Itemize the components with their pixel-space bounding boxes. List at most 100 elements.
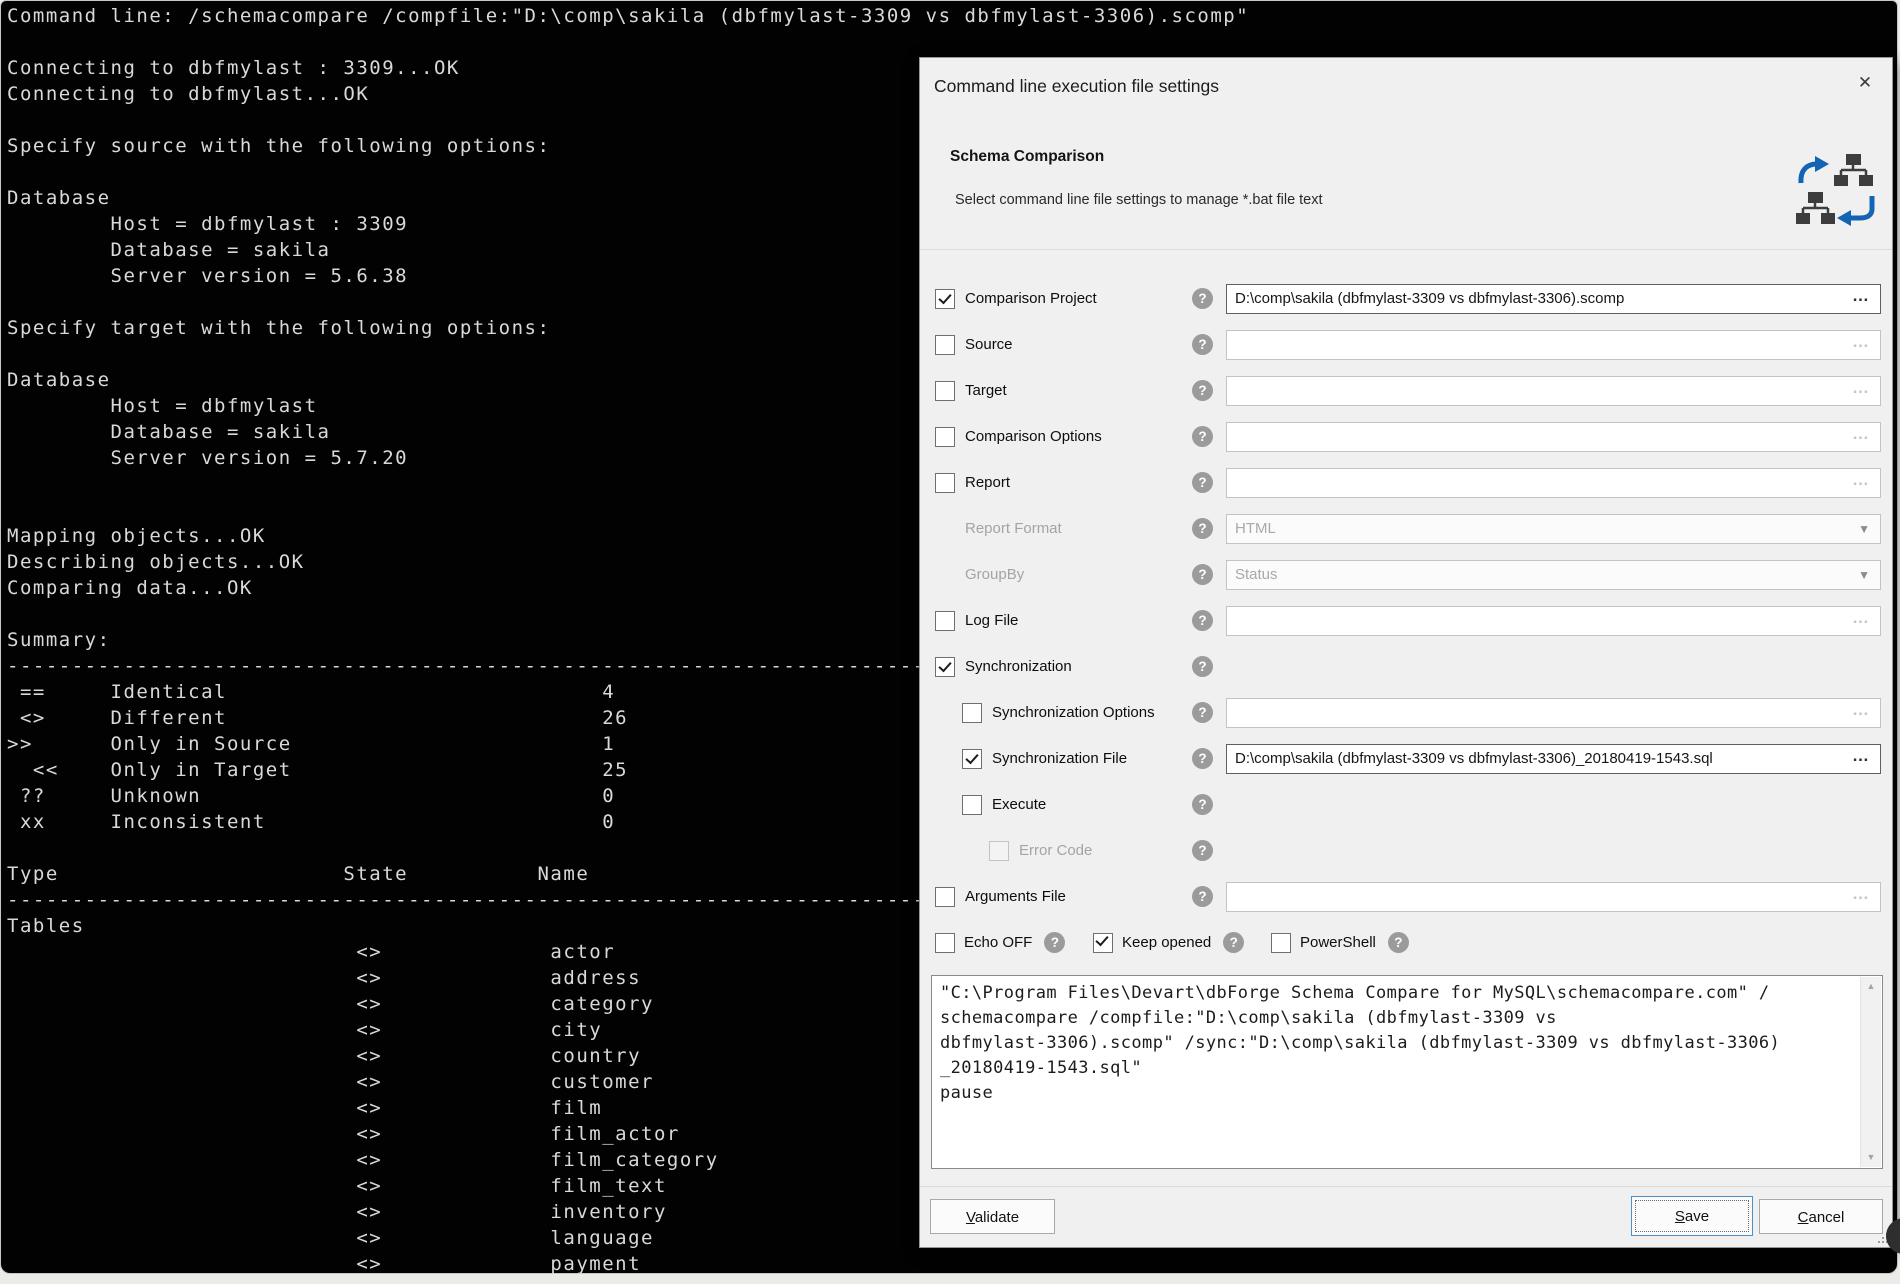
option-row-report-format: Report Format? HTML ▼ (920, 506, 1892, 552)
execute-checkbox[interactable] (962, 795, 982, 815)
target-checkbox[interactable] (935, 381, 955, 401)
report-format-label: Report Format (965, 506, 1062, 552)
arguments-file-label: Arguments File (965, 874, 1066, 920)
source-label: Source (965, 322, 1013, 368)
groupby-dropdown: Status ▼ (1226, 560, 1881, 590)
toggle-row: Echo OFF?Keep opened?PowerShell? (920, 932, 1892, 956)
option-row-groupby: GroupBy? Status ▼ (920, 552, 1892, 598)
help-icon[interactable]: ? (1192, 288, 1213, 309)
help-icon[interactable]: ? (1192, 334, 1213, 355)
help-icon[interactable]: ? (1192, 518, 1213, 539)
help-icon[interactable]: ? (1192, 656, 1213, 677)
option-row-source: Source? … (920, 322, 1892, 368)
help-icon[interactable]: ? (1192, 748, 1213, 769)
help-icon[interactable]: ? (1192, 380, 1213, 401)
validate-button[interactable]: Validate (930, 1199, 1055, 1234)
echo-off-checkbox[interactable] (935, 933, 955, 953)
browse-ellipsis-icon[interactable]: … (1852, 466, 1870, 494)
report-input[interactable]: … (1226, 468, 1881, 498)
option-row-execute: Execute? (920, 782, 1892, 828)
groupby-label: GroupBy (965, 552, 1024, 598)
log-file-checkbox[interactable] (935, 611, 955, 631)
header-separator (920, 249, 1892, 250)
browse-ellipsis-icon[interactable]: … (1852, 696, 1870, 724)
section-subtitle: Select command line file settings to man… (955, 192, 1323, 208)
close-icon[interactable]: ✕ (1852, 70, 1878, 96)
browse-ellipsis-icon[interactable]: … (1852, 880, 1870, 908)
browse-ellipsis-icon[interactable]: … (1852, 374, 1870, 402)
dropdown-arrow-icon: ▼ (1858, 515, 1870, 543)
cancel-button[interactable]: Cancel (1759, 1199, 1883, 1234)
help-icon[interactable]: ? (1192, 564, 1213, 585)
toggle-powershell: PowerShell? (1271, 932, 1409, 953)
option-row-synchronization-options: Synchronization Options? … (920, 690, 1892, 736)
bat-file-textarea[interactable]: "C:\Program Files\Devart\dbForge Schema … (931, 975, 1883, 1169)
option-row-synchronization: Synchronization? (920, 644, 1892, 690)
comparison-project-input[interactable]: D:\comp\sakila (dbfmylast-3309 vs dbfmyl… (1226, 284, 1881, 314)
keep-opened-checkbox[interactable] (1093, 933, 1113, 953)
report-format-dropdown: HTML ▼ (1226, 514, 1881, 544)
log-file-label: Log File (965, 598, 1018, 644)
keep-opened-label: Keep opened (1122, 934, 1211, 951)
arguments-file-input[interactable]: … (1226, 882, 1881, 912)
help-icon[interactable]: ? (1192, 702, 1213, 723)
synchronization-label: Synchronization (965, 644, 1072, 690)
arguments-file-checkbox[interactable] (935, 887, 955, 907)
powershell-checkbox[interactable] (1271, 933, 1291, 953)
help-icon[interactable]: ? (1192, 886, 1213, 907)
source-checkbox[interactable] (935, 335, 955, 355)
source-input[interactable]: … (1226, 330, 1881, 360)
report-checkbox[interactable] (935, 473, 955, 493)
groupby-value: Status (1235, 561, 1278, 589)
browse-ellipsis-icon[interactable]: … (1852, 742, 1870, 770)
command-line-settings-dialog: Command line execution file settings ✕ S… (919, 57, 1893, 1248)
error-code-checkbox (989, 841, 1009, 861)
help-icon[interactable]: ? (1192, 794, 1213, 815)
synchronization-file-input[interactable]: D:\comp\sakila (dbfmylast-3309 vs dbfmyl… (1226, 744, 1881, 774)
toggle-echo-off: Echo OFF? (935, 932, 1065, 953)
scroll-down-icon[interactable]: ▼ (1861, 1148, 1881, 1167)
comparison-options-input[interactable]: … (1226, 422, 1881, 452)
bat-file-text: "C:\Program Files\Devart\dbForge Schema … (940, 981, 1780, 1106)
help-icon[interactable]: ? (1192, 840, 1213, 861)
synchronization-file-value: D:\comp\sakila (dbfmylast-3309 vs dbfmyl… (1235, 745, 1713, 773)
help-icon[interactable]: ? (1044, 932, 1065, 953)
report-format-value: HTML (1235, 515, 1276, 543)
browse-ellipsis-icon[interactable]: … (1852, 604, 1870, 632)
option-row-arguments-file: Arguments File? … (920, 874, 1892, 920)
help-icon[interactable]: ? (1192, 426, 1213, 447)
comparison-project-value: D:\comp\sakila (dbfmylast-3309 vs dbfmyl… (1235, 285, 1624, 313)
browse-ellipsis-icon[interactable]: … (1852, 420, 1870, 448)
browse-ellipsis-icon[interactable]: … (1852, 328, 1870, 356)
powershell-label: PowerShell (1300, 934, 1376, 951)
browse-ellipsis-icon[interactable]: … (1852, 282, 1870, 310)
target-label: Target (965, 368, 1007, 414)
echo-off-label: Echo OFF (964, 934, 1032, 951)
option-row-target: Target? … (920, 368, 1892, 414)
scroll-up-icon[interactable]: ▲ (1861, 977, 1881, 996)
option-row-error-code: Error Code? (920, 828, 1892, 874)
synchronization-options-input[interactable]: … (1226, 698, 1881, 728)
dropdown-arrow-icon: ▼ (1858, 561, 1870, 589)
help-icon[interactable]: ? (1223, 932, 1244, 953)
option-row-comparison-project: Comparison Project?D:\comp\sakila (dbfmy… (920, 276, 1892, 322)
report-label: Report (965, 460, 1010, 506)
save-button[interactable]: Save (1631, 1196, 1753, 1236)
synchronization-checkbox[interactable] (935, 657, 955, 677)
log-file-input[interactable]: … (1226, 606, 1881, 636)
help-icon[interactable]: ? (1192, 610, 1213, 631)
synchronization-file-checkbox[interactable] (962, 749, 982, 769)
comparison-project-checkbox[interactable] (935, 289, 955, 309)
option-row-comparison-options: Comparison Options?… (920, 414, 1892, 460)
option-row-report: Report? … (920, 460, 1892, 506)
synchronization-options-checkbox[interactable] (962, 703, 982, 723)
comparison-options-checkbox[interactable] (935, 427, 955, 447)
textarea-scrollbar[interactable]: ▲ ▼ (1860, 977, 1881, 1167)
synchronization-options-label: Synchronization Options (992, 690, 1155, 736)
option-row-synchronization-file: Synchronization File?D:\comp\sakila (dbf… (920, 736, 1892, 782)
target-input[interactable]: … (1226, 376, 1881, 406)
help-icon[interactable]: ? (1388, 932, 1409, 953)
footer-separator (920, 1186, 1892, 1187)
help-icon[interactable]: ? (1192, 472, 1213, 493)
section-title: Schema Comparison (950, 148, 1104, 166)
